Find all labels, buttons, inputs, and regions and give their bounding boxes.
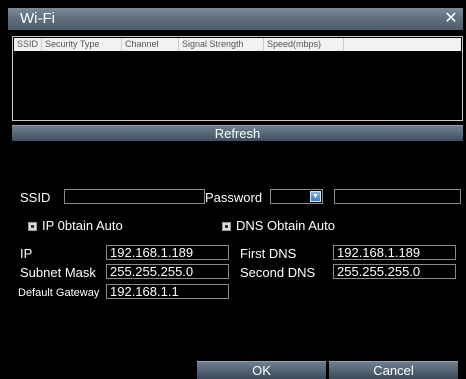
second-dns-label: Second DNS [240, 265, 316, 280]
list-header: SSID Security Type Channel Signal Streng… [14, 38, 461, 51]
ok-button[interactable]: OK [197, 361, 326, 379]
second-dns-field[interactable]: 255.255.255.0 [333, 264, 456, 279]
first-dns-label: First DNS [240, 246, 297, 261]
password-input[interactable] [334, 189, 461, 204]
ssid-input[interactable] [64, 189, 205, 204]
ip-obtain-auto-checkbox[interactable] [28, 222, 37, 231]
password-type-dropdown[interactable]: ▼ [270, 189, 323, 204]
subnet-mask-field[interactable]: 255.255.255.0 [106, 264, 229, 279]
column-channel: Channel [122, 38, 179, 51]
dns-obtain-auto-checkbox[interactable] [222, 222, 231, 231]
close-icon[interactable]: ✕ [443, 11, 459, 27]
column-signal-strength: Signal Strength [179, 38, 264, 51]
password-label: Password [205, 190, 263, 205]
ip-obtain-auto-label: IP 0btain Auto [42, 218, 123, 233]
dialog-title: Wi-Fi [20, 10, 55, 27]
chevron-down-icon[interactable]: ▼ [310, 191, 321, 202]
default-gateway-field[interactable]: 192.168.1.1 [106, 284, 229, 299]
ip-label: IP [20, 246, 33, 261]
column-ssid: SSID [14, 38, 42, 51]
default-gateway-label: Default Gateway [18, 287, 100, 299]
first-dns-field[interactable]: 192.168.1.189 [333, 245, 456, 260]
ssid-label: SSID [20, 190, 51, 205]
subnet-mask-label: Subnet Mask [20, 265, 96, 280]
dns-obtain-auto-label: DNS Obtain Auto [236, 218, 335, 233]
wifi-dialog: Wi-Fi ✕ SSID Security Type Channel Signa… [8, 8, 463, 379]
cancel-button[interactable]: Cancel [329, 361, 458, 379]
ip-field[interactable]: 192.168.1.189 [106, 245, 229, 260]
column-security-type: Security Type [42, 38, 122, 51]
title-bar: Wi-Fi ✕ [8, 8, 463, 30]
wifi-network-list[interactable]: SSID Security Type Channel Signal Streng… [12, 36, 463, 121]
column-speed: Speed(mbps) [264, 38, 344, 51]
refresh-button[interactable]: Refresh [12, 125, 463, 141]
